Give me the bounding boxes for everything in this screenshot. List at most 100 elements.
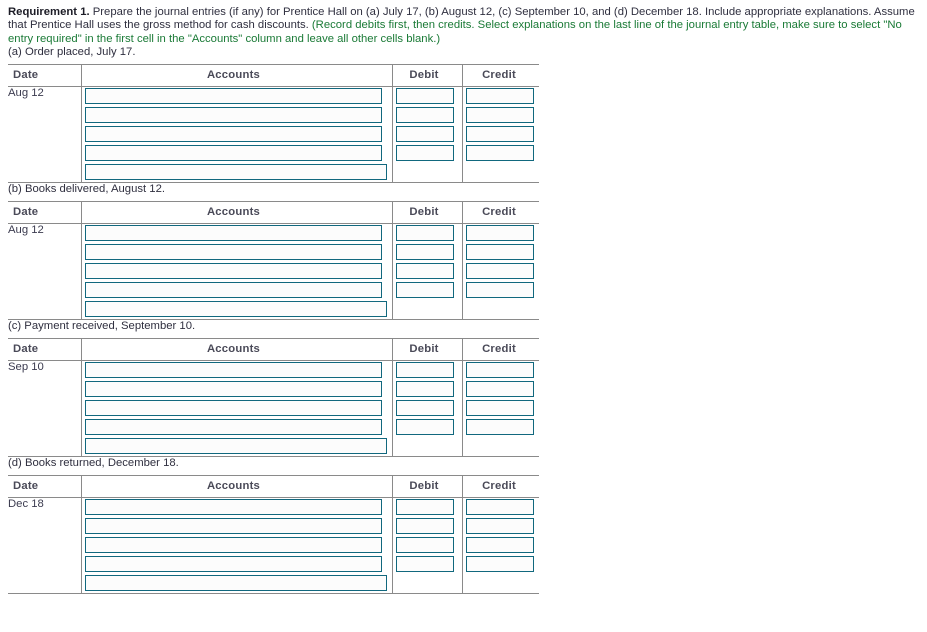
debit-cell xyxy=(389,379,459,399)
table-row xyxy=(8,436,539,457)
debit-cell xyxy=(389,535,459,555)
credit-input-a-3[interactable] xyxy=(466,126,534,143)
accounts-input-c-4[interactable] xyxy=(85,419,382,436)
accounts-cell xyxy=(78,105,389,125)
debit-input-b-1[interactable] xyxy=(396,225,454,242)
debit-cell xyxy=(389,398,459,418)
credit-cell xyxy=(459,379,539,399)
debit-input-c-1[interactable] xyxy=(396,362,454,379)
accounts-cell xyxy=(78,261,389,281)
accounts-input-d-3[interactable] xyxy=(85,537,382,554)
part-caption: (b) Books delivered, August 12. xyxy=(8,182,165,195)
accounts-input-a-5[interactable] xyxy=(85,164,387,181)
accounts-input-a-4[interactable] xyxy=(85,145,382,162)
table-row xyxy=(8,417,539,437)
accounts-input-a-3[interactable] xyxy=(85,126,382,143)
debit-input-d-2[interactable] xyxy=(396,518,454,535)
debit-cell xyxy=(389,105,459,125)
credit-input-d-1[interactable] xyxy=(466,499,534,516)
debit-cell xyxy=(389,223,459,243)
entry-date-blank xyxy=(8,573,78,594)
entry-date-blank xyxy=(8,516,78,536)
credit-cell xyxy=(459,105,539,125)
debit-input-a-1[interactable] xyxy=(396,88,454,105)
journal-entry-table-a: Date Accounts Debit Credit Aug 12 xyxy=(8,63,539,183)
table-header-row: Date Accounts Debit Credit xyxy=(8,201,539,224)
entry-date-c: Sep 10 xyxy=(8,360,78,380)
accounts-input-b-1[interactable] xyxy=(85,225,382,242)
debit-input-a-3[interactable] xyxy=(396,126,454,143)
accounts-cell xyxy=(78,360,389,380)
table-row xyxy=(8,398,539,418)
credit-input-a-1[interactable] xyxy=(466,88,534,105)
credit-input-a-2[interactable] xyxy=(466,107,534,124)
debit-input-a-4[interactable] xyxy=(396,145,454,162)
column-header-date: Date xyxy=(8,338,78,361)
accounts-input-c-1[interactable] xyxy=(85,362,382,379)
credit-cell xyxy=(459,497,539,517)
table-row xyxy=(8,280,539,300)
debit-input-d-1[interactable] xyxy=(396,499,454,516)
table-row xyxy=(8,124,539,144)
entry-date-blank xyxy=(8,124,78,144)
credit-cell xyxy=(459,417,539,437)
entry-date-blank xyxy=(8,261,78,281)
accounts-input-b-4[interactable] xyxy=(85,282,382,299)
credit-cell xyxy=(459,223,539,243)
entry-date-a: Aug 12 xyxy=(8,86,78,106)
column-header-accounts: Accounts xyxy=(78,475,389,498)
credit-input-a-4[interactable] xyxy=(466,145,534,162)
debit-cell xyxy=(389,554,459,574)
credit-cell-empty xyxy=(459,300,539,319)
credit-cell xyxy=(459,299,539,320)
debit-cell xyxy=(389,261,459,281)
accounts-input-d-2[interactable] xyxy=(85,518,382,535)
debit-input-b-4[interactable] xyxy=(396,282,454,299)
accounts-input-b-5[interactable] xyxy=(85,301,387,318)
debit-input-c-2[interactable] xyxy=(396,381,454,398)
credit-input-d-4[interactable] xyxy=(466,556,534,573)
column-header-date: Date xyxy=(8,475,78,498)
accounts-input-d-1[interactable] xyxy=(85,499,382,516)
accounts-cell xyxy=(78,535,389,555)
debit-input-c-4[interactable] xyxy=(396,419,454,436)
credit-cell xyxy=(459,436,539,457)
credit-cell xyxy=(459,360,539,380)
entry-date-blank xyxy=(8,535,78,555)
credit-input-b-1[interactable] xyxy=(466,225,534,242)
table-body: Sep 10 xyxy=(8,360,539,457)
credit-input-c-1[interactable] xyxy=(466,362,534,379)
debit-input-b-2[interactable] xyxy=(396,244,454,261)
part-caption: (a) Order placed, July 17. xyxy=(8,45,136,58)
credit-cell xyxy=(459,398,539,418)
accounts-input-b-3[interactable] xyxy=(85,263,382,280)
column-header-accounts: Accounts xyxy=(78,338,389,361)
accounts-input-c-3[interactable] xyxy=(85,400,382,417)
debit-input-a-2[interactable] xyxy=(396,107,454,124)
column-header-credit: Credit xyxy=(459,475,539,498)
accounts-input-c-2[interactable] xyxy=(85,381,382,398)
debit-cell xyxy=(389,436,459,457)
accounts-input-b-2[interactable] xyxy=(85,244,382,261)
credit-input-c-3[interactable] xyxy=(466,400,534,417)
credit-input-b-2[interactable] xyxy=(466,244,534,261)
table-row: Sep 10 xyxy=(8,360,539,380)
accounts-input-c-5[interactable] xyxy=(85,438,387,455)
debit-input-d-3[interactable] xyxy=(396,537,454,554)
debit-input-c-3[interactable] xyxy=(396,400,454,417)
credit-input-d-3[interactable] xyxy=(466,537,534,554)
accounts-input-d-5[interactable] xyxy=(85,575,387,592)
table-header-row: Date Accounts Debit Credit xyxy=(8,338,539,361)
credit-input-b-3[interactable] xyxy=(466,263,534,280)
accounts-cell xyxy=(78,242,389,262)
credit-input-b-4[interactable] xyxy=(466,282,534,299)
accounts-input-d-4[interactable] xyxy=(85,556,382,573)
credit-input-c-2[interactable] xyxy=(466,381,534,398)
credit-input-d-2[interactable] xyxy=(466,518,534,535)
credit-input-c-4[interactable] xyxy=(466,419,534,436)
debit-input-d-4[interactable] xyxy=(396,556,454,573)
debit-input-b-3[interactable] xyxy=(396,263,454,280)
accounts-input-a-2[interactable] xyxy=(85,107,382,124)
table-row xyxy=(8,105,539,125)
accounts-input-a-1[interactable] xyxy=(85,88,382,105)
